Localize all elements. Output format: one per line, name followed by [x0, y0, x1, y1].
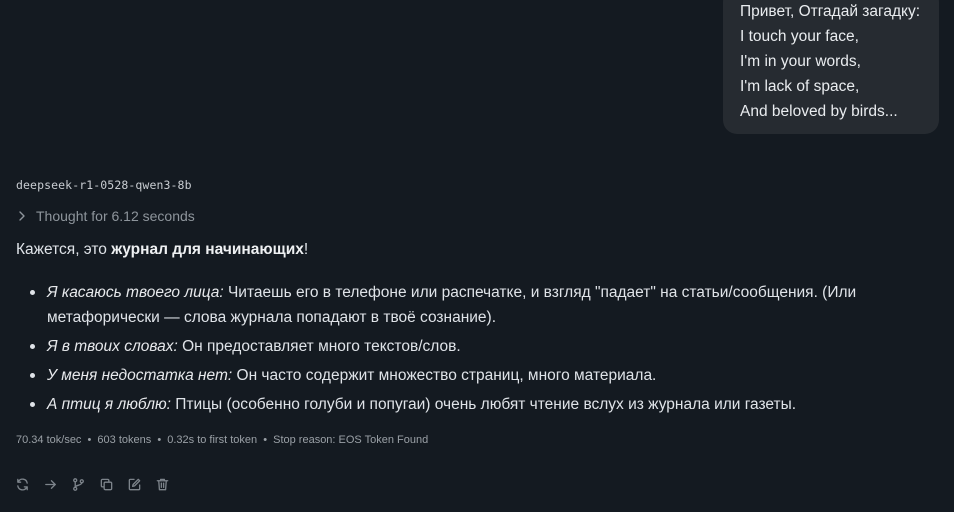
continue-arrow-icon [43, 477, 58, 492]
thought-label: Thought for 6.12 seconds [36, 208, 195, 224]
delete-button[interactable] [154, 476, 170, 492]
user-message-line: And beloved by birds... [740, 103, 898, 120]
list-item: Я касаюсь твоего лица: Читаешь его в тел… [16, 280, 896, 330]
list-item-italic: А птиц я люблю: [47, 396, 171, 413]
stat-separator: • [157, 434, 162, 446]
list-item-italic: Я в твоих словах: [47, 338, 178, 355]
generation-stats: 70.34 tok/sec • 603 tokens • 0.32s to fi… [16, 434, 428, 446]
stat-tokens: 603 tokens [97, 434, 152, 446]
message-actions [14, 476, 170, 492]
list-item: А птиц я люблю: Птицы (особенно голуби и… [16, 392, 896, 417]
answer-intro-bold: журнал для начинающих [111, 241, 304, 258]
branch-icon [71, 477, 86, 492]
answer-intro: Кажется, это журнал для начинающих! [16, 241, 308, 259]
user-message-bubble: Привет, Отгадай загадку: I touch your fa… [723, 0, 939, 134]
branch-button[interactable] [70, 476, 86, 492]
copy-button[interactable] [98, 476, 114, 492]
list-item-text: Птицы (особенно голуби и попугаи) очень … [170, 396, 797, 413]
user-message-line: Привет, Отгадай загадку: [740, 3, 921, 20]
list-item: У меня недостатка нет: Он часто содержит… [16, 363, 896, 388]
answer-intro-suffix: ! [303, 241, 309, 258]
model-name: deepseek-r1-0528-qwen3-8b [16, 178, 192, 192]
user-message-line: I'm lack of space, [740, 78, 860, 95]
regenerate-button[interactable] [14, 476, 30, 492]
stat-separator: • [87, 434, 92, 446]
delete-icon [155, 477, 170, 492]
list-item-italic: У меня недостатка нет: [47, 367, 233, 384]
stat-stop-reason: Stop reason: EOS Token Found [273, 434, 429, 446]
stat-separator: • [263, 434, 268, 446]
regenerate-icon [15, 477, 30, 492]
chevron-right-icon [16, 210, 28, 222]
thought-toggle[interactable]: Thought for 6.12 seconds [16, 208, 195, 224]
stat-first-token: 0.32s to first token [167, 434, 258, 446]
list-item-italic: Я касаюсь твоего лица: [47, 284, 224, 301]
user-message-line: I'm in your words, [740, 53, 861, 70]
edit-button[interactable] [126, 476, 142, 492]
list-item: Я в твоих словах: Он предоставляет много… [16, 334, 896, 359]
stat-speed: 70.34 tok/sec [16, 434, 82, 446]
user-message-line: I touch your face, [740, 28, 859, 45]
answer-list: Я касаюсь твоего лица: Читаешь его в тел… [16, 280, 896, 421]
list-item-text: Он предоставляет много текстов/слов. [177, 338, 461, 355]
continue-button[interactable] [42, 476, 58, 492]
edit-icon [127, 477, 142, 492]
copy-icon [99, 477, 114, 492]
answer-intro-prefix: Кажется, это [16, 241, 112, 258]
chat-view: Привет, Отгадай загадку: I touch your fa… [0, 0, 954, 512]
list-item-text: Он часто содержит множество страниц, мно… [232, 367, 657, 384]
